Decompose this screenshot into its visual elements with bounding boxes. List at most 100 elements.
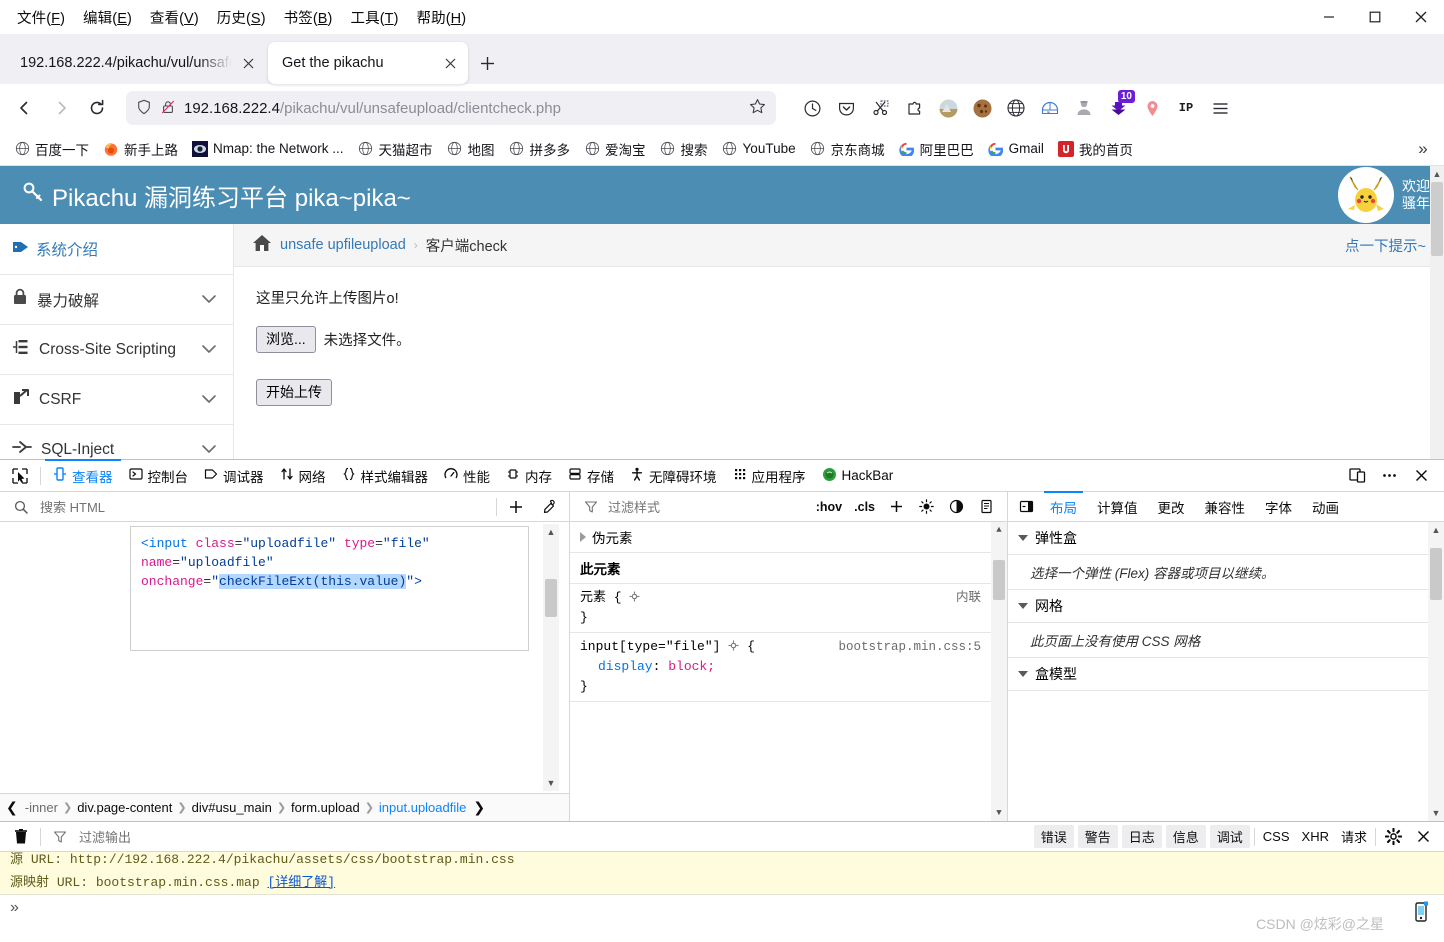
css-rule-input-file[interactable]: bootstrap.min.css:5 input[type="file"] {… xyxy=(570,633,1007,702)
ip-text-icon[interactable]: IP xyxy=(1170,92,1202,124)
forward-button[interactable] xyxy=(44,91,78,125)
reload-button[interactable] xyxy=(80,91,114,125)
devtools-tab-console[interactable]: 控制台 xyxy=(121,460,197,491)
layout-tab-layout[interactable]: 布局 xyxy=(1040,491,1087,521)
console-output[interactable]: 源 URL: http://192.168.222.4/pikachu/asse… xyxy=(0,852,1444,894)
element-picker-icon[interactable] xyxy=(4,461,36,491)
close-icon[interactable] xyxy=(238,53,258,73)
bookmark-item[interactable]: 我的首页 xyxy=(1052,136,1139,162)
sidebar-item-brute-force[interactable]: 暴力破解 xyxy=(0,275,233,325)
scroll-down-icon[interactable]: ▼ xyxy=(1428,805,1444,821)
shield-icon[interactable] xyxy=(136,99,152,118)
screenshot-icon[interactable] xyxy=(864,92,896,124)
filter-errors-button[interactable]: 错误 xyxy=(1033,825,1074,848)
sidebar-item-xss[interactable]: Cross-Site Scripting xyxy=(0,325,233,375)
hint-link[interactable]: 点一下提示~ xyxy=(1345,235,1426,256)
close-button[interactable] xyxy=(1398,0,1444,34)
globe-icon[interactable] xyxy=(1000,92,1032,124)
bookmark-item[interactable]: 搜索 xyxy=(654,136,714,162)
dom-crumb-selected[interactable]: input.uploadfile xyxy=(379,800,466,815)
downloads-icon[interactable]: 10 xyxy=(1102,90,1135,124)
menu-item-help[interactable]: 帮助(H) xyxy=(408,5,476,30)
insecure-lock-icon[interactable] xyxy=(160,99,176,118)
devtools-tab-performance[interactable]: 性能 xyxy=(436,460,498,491)
bookmark-item[interactable]: 地图 xyxy=(441,136,501,162)
add-rule-icon[interactable] xyxy=(883,494,909,520)
bookmark-item[interactable]: 新手上路 xyxy=(97,136,184,162)
light-scheme-icon[interactable] xyxy=(913,494,939,520)
page-scrollbar[interactable]: ▲ xyxy=(1430,166,1444,459)
box-model-section-header[interactable]: 盒模型 xyxy=(1008,658,1444,691)
dark-scheme-icon[interactable] xyxy=(943,494,969,520)
scroll-up-icon[interactable]: ▲ xyxy=(1428,522,1444,538)
sidebar-item-sql-inject[interactable]: SQL-Inject xyxy=(0,425,233,459)
rule-declaration[interactable]: display: block; xyxy=(580,657,997,677)
profile-photo-icon[interactable] xyxy=(932,92,964,124)
scroll-up-icon[interactable]: ▲ xyxy=(1430,166,1444,182)
sidebar-item-intro[interactable]: 系统介绍 xyxy=(0,224,233,275)
filter-xhr-button[interactable]: XHR xyxy=(1298,827,1333,846)
breadcrumb-scroll-right-icon[interactable]: ❯ xyxy=(471,799,487,816)
flexbox-section-header[interactable]: 弹性盒 xyxy=(1008,522,1444,555)
browser-tab-1[interactable]: 192.168.222.4/pikachu/vul/unsafe xyxy=(6,42,266,84)
bookmark-item[interactable]: YouTube xyxy=(716,138,802,160)
devtools-tab-memory[interactable]: 内存 xyxy=(498,460,560,491)
location-pin-icon[interactable] xyxy=(1136,92,1168,124)
dom-crumb[interactable]: -inner xyxy=(25,800,58,815)
scroll-down-icon[interactable]: ▼ xyxy=(543,775,559,791)
upload-submit-button[interactable]: 开始上传 xyxy=(256,379,332,406)
chevron-down-icon[interactable] xyxy=(1018,603,1028,609)
rule-toggle-icon[interactable] xyxy=(728,639,747,654)
browser-tab-2[interactable]: Get the pikachu xyxy=(268,42,468,84)
devtools-tab-network[interactable]: 网络 xyxy=(272,460,334,491)
layout-tab-compatibility[interactable]: 兼容性 xyxy=(1195,492,1256,521)
bookmark-item[interactable]: Gmail xyxy=(982,138,1050,160)
bookmark-item[interactable]: 京东商城 xyxy=(804,136,891,162)
layout-scrollbar[interactable]: ▲ ▼ xyxy=(1428,522,1444,821)
devtools-tab-debugger[interactable]: 调试器 xyxy=(196,460,272,491)
maximize-button[interactable] xyxy=(1352,0,1398,34)
hamburger-menu-icon[interactable] xyxy=(1204,92,1236,124)
bookmark-item[interactable]: Nmap: the Network ... xyxy=(186,138,350,160)
menu-item-bookmarks[interactable]: 书签(B) xyxy=(275,5,342,30)
responsive-design-icon[interactable] xyxy=(1342,461,1372,491)
browse-button[interactable]: 浏览... xyxy=(256,326,316,353)
rules-scrollbar[interactable]: ▲ ▼ xyxy=(991,522,1007,821)
devtools-tab-inspector[interactable]: 查看器 xyxy=(45,459,121,491)
expand-pane-icon[interactable] xyxy=(1012,492,1040,521)
bookmark-item[interactable]: 天猫超市 xyxy=(352,136,439,162)
css-rule-inline[interactable]: 内联 元素 { } xyxy=(570,584,1007,633)
dom-crumb[interactable]: form.upload xyxy=(291,800,360,815)
chevron-down-icon[interactable] xyxy=(1018,671,1028,677)
chevron-right-icon[interactable] xyxy=(580,532,586,542)
layout-tab-fonts[interactable]: 字体 xyxy=(1255,492,1302,521)
scroll-thumb[interactable] xyxy=(1430,548,1442,600)
learn-more-link[interactable]: [详细了解] xyxy=(267,875,335,890)
back-button[interactable] xyxy=(8,91,42,125)
menu-item-edit[interactable]: 编辑(E) xyxy=(74,5,141,30)
close-icon[interactable] xyxy=(1410,824,1436,850)
close-devtools-icon[interactable] xyxy=(1406,461,1436,491)
filter-warnings-button[interactable]: 警告 xyxy=(1077,825,1118,848)
devtools-tab-application[interactable]: 应用程序 xyxy=(725,460,814,491)
bookmark-item[interactable]: 百度一下 xyxy=(8,136,95,162)
layout-tab-animations[interactable]: 动画 xyxy=(1302,492,1349,521)
more-options-icon[interactable] xyxy=(1374,461,1404,491)
bookmark-item[interactable]: 爱淘宝 xyxy=(578,136,652,162)
devtools-tab-hackbar[interactable]: HackBar xyxy=(814,460,902,491)
menu-item-file[interactable]: 文件(F) xyxy=(8,5,74,30)
chevron-down-icon[interactable] xyxy=(1018,535,1028,541)
devtools-tab-storage[interactable]: 存储 xyxy=(560,460,622,491)
html-tree[interactable]: <input class="uploadfile" type="file" na… xyxy=(0,522,569,793)
layout-tab-changes[interactable]: 更改 xyxy=(1148,492,1195,521)
menu-item-tools[interactable]: 工具(T) xyxy=(341,5,407,30)
eyedropper-icon[interactable] xyxy=(535,494,561,520)
filter-info-button[interactable]: 信息 xyxy=(1165,825,1206,848)
minimize-button[interactable] xyxy=(1306,0,1352,34)
rule-toggle-icon[interactable] xyxy=(629,590,640,605)
rule-source[interactable]: 内联 xyxy=(956,588,981,608)
dom-crumb[interactable]: div.page-content xyxy=(77,800,172,815)
filter-requests-button[interactable]: 请求 xyxy=(1337,825,1371,848)
scroll-down-icon[interactable]: ▼ xyxy=(991,805,1007,821)
selected-node-code[interactable]: <input class="uploadfile" type="file" na… xyxy=(130,526,529,651)
